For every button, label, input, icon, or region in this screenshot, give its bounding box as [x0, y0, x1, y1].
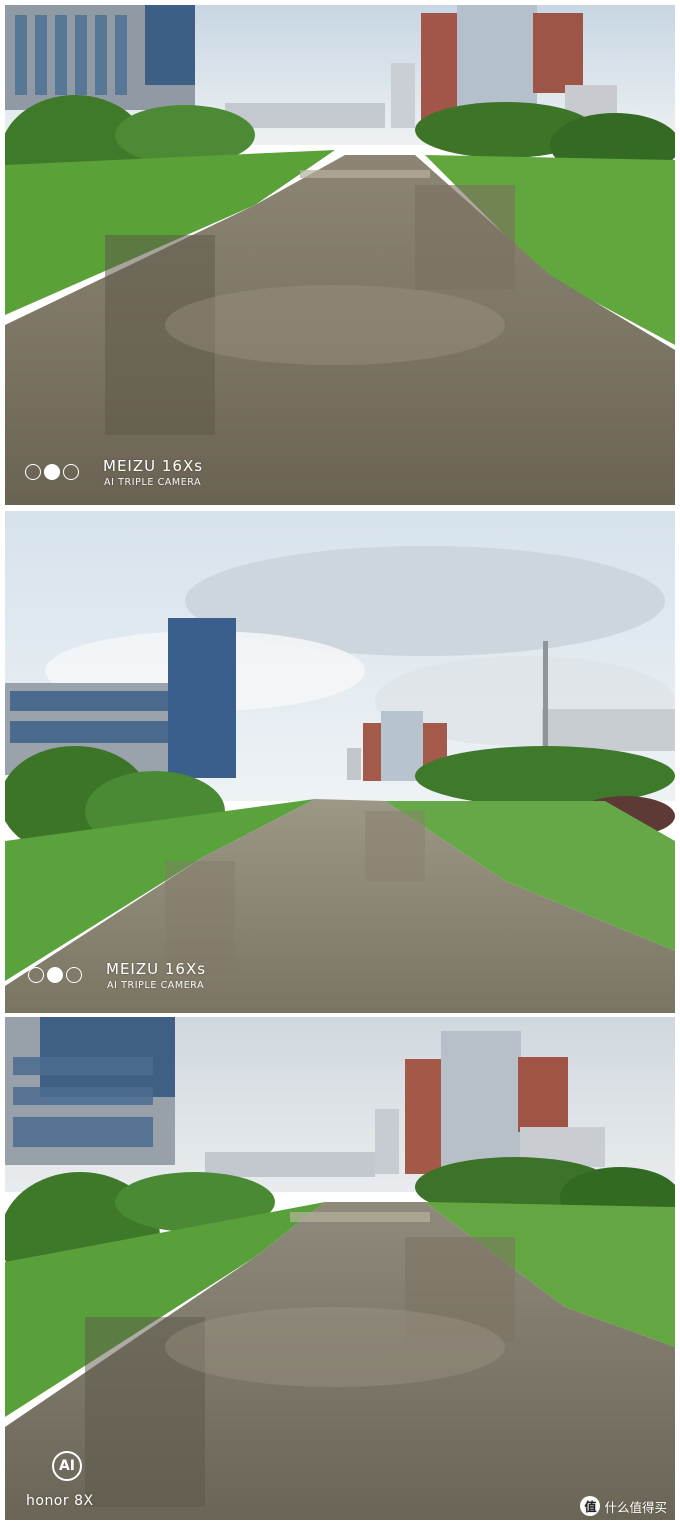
site-watermark-text: 什么值得买 — [604, 1500, 667, 1515]
photo-meizu-1: MEIZU 16Xs AI TRIPLE CAMERA — [5, 5, 675, 505]
camera-subtitle-watermark: AI TRIPLE CAMERA — [107, 980, 205, 991]
dot-filled-icon — [44, 464, 60, 480]
dot-outline-icon — [28, 967, 44, 983]
camera-subtitle-watermark: AI TRIPLE CAMERA — [104, 477, 202, 488]
river-scene-3 — [5, 1017, 675, 1520]
camera-dots-icon — [28, 967, 82, 983]
camera-dots-icon — [25, 464, 79, 480]
dot-outline-icon — [66, 967, 82, 983]
dot-outline-icon — [25, 464, 41, 480]
river-scene-2 — [5, 511, 675, 1013]
camera-brand-watermark: MEIZU 16Xs — [106, 960, 207, 978]
photo-meizu-2: MEIZU 16Xs AI TRIPLE CAMERA — [5, 511, 675, 1013]
site-logo-icon: 值 — [580, 1496, 601, 1516]
ai-badge-icon: AI — [52, 1451, 82, 1481]
camera-brand-watermark: honor 8X — [26, 1493, 94, 1509]
river-scene-1 — [5, 5, 675, 505]
photo-honor-8x: AI honor 8X 值 什么值得买 — [5, 1017, 675, 1520]
camera-brand-watermark: MEIZU 16Xs — [103, 457, 204, 475]
dot-filled-icon — [47, 967, 63, 983]
dot-outline-icon — [63, 464, 79, 480]
site-watermark: 值 什么值得买 — [580, 1496, 667, 1516]
